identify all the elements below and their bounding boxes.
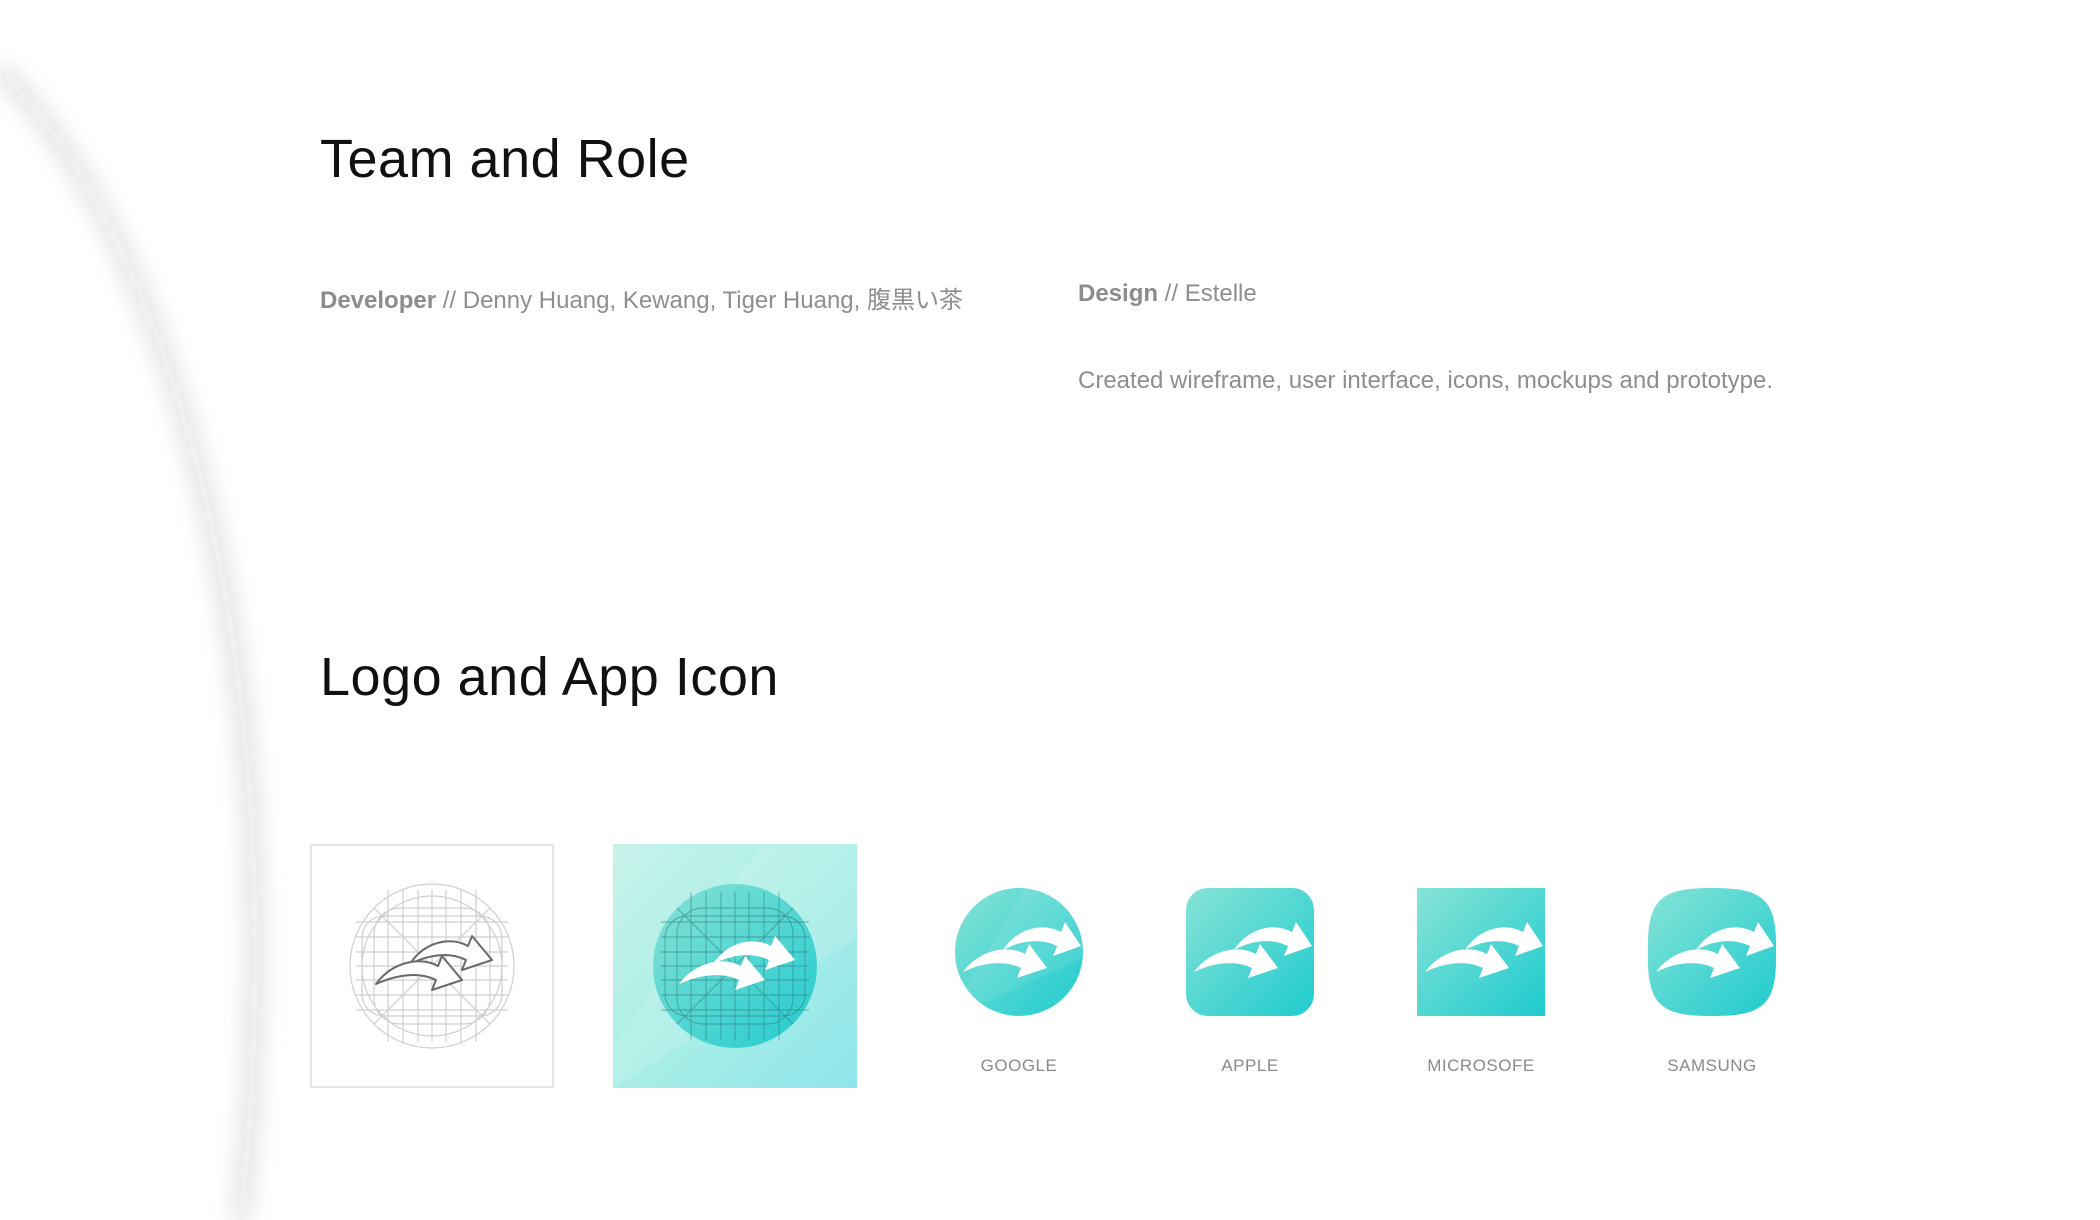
design-description: Created wireframe, user interface, icons… [1078,367,1773,394]
logo-construction-teal-tile [613,844,857,1088]
developer-role-label: Developer [320,287,437,314]
google-app-icon [955,888,1083,1016]
background-curve [0,62,267,1220]
logo-construction-grid-tile [310,844,554,1088]
portfolio-page: Team and Role Developer // Denny Huang, … [0,0,2100,1220]
team-and-role-heading: Team and Role [320,129,690,189]
google-label: GOOGLE [980,1056,1058,1075]
double-forward-arrow-icon [955,888,1083,1016]
developer-names: // Denny Huang, Kewang, Tiger Huang, 腹黒い… [436,287,963,314]
design-names: // Estelle [1158,280,1257,307]
microsoft-label: MICROSOFE [1427,1056,1535,1075]
logo-and-app-icon-heading: Logo and App Icon [320,647,779,707]
developer-credit: Developer // Denny Huang, Kewang, Tiger … [320,280,963,315]
apple-label: APPLE [1221,1056,1279,1075]
design-credit: Design // Estelle [1078,280,1257,308]
double-forward-arrow-icon [613,844,857,1088]
samsung-app-icon [1648,888,1776,1016]
double-forward-arrow-icon [1648,888,1776,1016]
samsung-label: SAMSUNG [1667,1056,1757,1075]
double-forward-arrow-icon [1417,888,1545,1016]
double-forward-arrow-icon [349,883,515,1049]
microsoft-app-icon [1417,888,1545,1016]
design-role-label: Design [1078,280,1159,307]
double-forward-arrow-icon [1186,888,1314,1016]
apple-app-icon [1186,888,1314,1016]
